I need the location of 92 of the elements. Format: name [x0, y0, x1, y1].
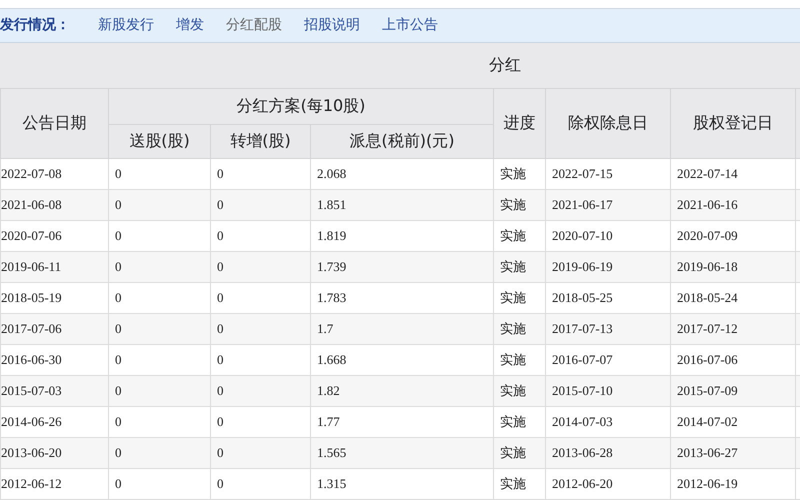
table-cell: 2017-07-06 — [0, 314, 108, 344]
table-cell: 2012-06-12 — [0, 468, 108, 500]
table-cell: 实施 — [494, 252, 546, 282]
table-cell: 实施 — [494, 468, 546, 500]
table-cell: 2022-07-14 — [670, 158, 796, 190]
column-header: 送股(股) — [108, 124, 210, 158]
table-cell: 2013-06-28 — [546, 438, 670, 468]
table-cell: 2012-06-19 — [670, 468, 796, 500]
table-cell: 0 — [210, 406, 310, 438]
table-cell: 1.315 — [310, 468, 494, 500]
column-header: 除权除息日 — [546, 88, 670, 158]
table-cell: 2.068 — [310, 158, 494, 190]
table-cell: 2021-06-08 — [0, 190, 108, 220]
table-cell: 0 — [210, 376, 310, 406]
table-cell: 实施 — [494, 220, 546, 252]
table-cell: 实施 — [494, 158, 546, 190]
table-cell: 2012-06-20 — [546, 468, 670, 500]
table-cell: 2020-07-09 — [670, 220, 796, 252]
nav-link[interactable]: 招股说明 — [304, 16, 360, 34]
column-header: 派息(税前)(元) — [310, 124, 494, 158]
table-cell: 2017-07-12 — [670, 314, 796, 344]
table-cell: 0 — [210, 158, 310, 190]
column-header: 分红方案(每10股) — [108, 88, 494, 124]
column-header: 公告日期 — [0, 88, 108, 158]
table-cell: 0 — [210, 344, 310, 376]
table-cell: 2017-07-13 — [546, 314, 670, 344]
table-cell: 实施 — [494, 282, 546, 314]
table-cell: 0 — [108, 282, 210, 314]
nav-link[interactable]: 新股发行 — [98, 16, 154, 34]
table-cell: 0 — [108, 468, 210, 500]
table-cell: 实施 — [494, 438, 546, 468]
table-cell: 2019-06-19 — [546, 252, 670, 282]
table-cell: 2021-06-17 — [546, 190, 670, 220]
table-cell: 实施 — [494, 376, 546, 406]
table-cell: 0 — [108, 220, 210, 252]
table-cell: 2018-05-19 — [0, 282, 108, 314]
table-cell: 1.7 — [310, 314, 494, 344]
table-cell: 实施 — [494, 190, 546, 220]
nav-link[interactable]: 增发 — [176, 16, 204, 34]
table-cell: 0 — [108, 190, 210, 220]
table-cell: 1.851 — [310, 190, 494, 220]
table-cell: 2020-07-10 — [546, 220, 670, 252]
table-cell: 0 — [210, 282, 310, 314]
table-cell: 1.783 — [310, 282, 494, 314]
nav-link[interactable]: 分红配股 — [226, 16, 282, 34]
table-cell: 2020-07-06 — [0, 220, 108, 252]
table-cell: 1.82 — [310, 376, 494, 406]
table-cell: 2018-05-25 — [546, 282, 670, 314]
table-cell: 0 — [108, 158, 210, 190]
table-cell: 2021-06-16 — [670, 190, 796, 220]
table-cell: 0 — [108, 252, 210, 282]
table-cell: 2015-07-03 — [0, 376, 108, 406]
table-cell: 2022-07-15 — [546, 158, 670, 190]
table-cell: 0 — [210, 438, 310, 468]
table-cell: 0 — [108, 438, 210, 468]
table-cell: 1.565 — [310, 438, 494, 468]
table-cell: 实施 — [494, 344, 546, 376]
table-cell: 2013-06-27 — [670, 438, 796, 468]
table-cell: 1.819 — [310, 220, 494, 252]
table-cell: 2019-06-18 — [670, 252, 796, 282]
column-header: 股权登记日 — [670, 88, 796, 158]
table-cell: 2013-06-20 — [0, 438, 108, 468]
table-cell: 2014-07-03 — [546, 406, 670, 438]
table-cell: 实施 — [494, 406, 546, 438]
table-cell: 0 — [108, 406, 210, 438]
table-cell: 2014-07-02 — [670, 406, 796, 438]
table-cell: 0 — [210, 220, 310, 252]
table-cell: 2018-05-24 — [670, 282, 796, 314]
nav-label: 发行情况： — [0, 16, 70, 34]
table-cell: 2014-06-26 — [0, 406, 108, 438]
table-cell: 1.739 — [310, 252, 494, 282]
table-cell: 1.668 — [310, 344, 494, 376]
table-cell: 1.77 — [310, 406, 494, 438]
table-cell: 0 — [108, 376, 210, 406]
table-cell: 2015-07-10 — [546, 376, 670, 406]
table-cell: 0 — [210, 314, 310, 344]
table-cell: 2016-06-30 — [0, 344, 108, 376]
table-cell: 2015-07-09 — [670, 376, 796, 406]
table-cell: 0 — [210, 468, 310, 500]
column-header: 进度 — [494, 88, 546, 158]
table-cell: 2016-07-07 — [546, 344, 670, 376]
table-cell: 0 — [210, 190, 310, 220]
table-cell: 2016-07-06 — [670, 344, 796, 376]
nav-link[interactable]: 上市公告 — [382, 16, 438, 34]
section-title: 分红 — [489, 54, 521, 76]
table-cell: 0 — [108, 314, 210, 344]
table-cell: 0 — [108, 344, 210, 376]
table-cell: 2019-06-11 — [0, 252, 108, 282]
table-cell: 0 — [210, 252, 310, 282]
table-cell: 2022-07-08 — [0, 158, 108, 190]
table-cell: 实施 — [494, 314, 546, 344]
column-header: 转增(股) — [210, 124, 310, 158]
